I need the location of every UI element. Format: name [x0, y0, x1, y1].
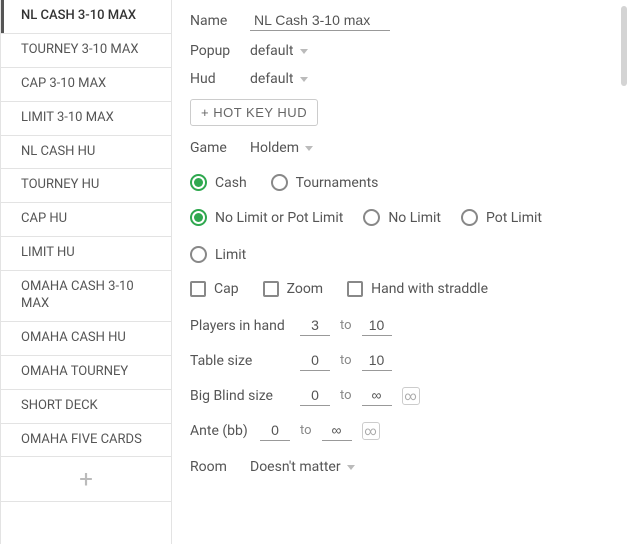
room-dropdown[interactable]: Doesn't matter: [250, 459, 355, 475]
profile-sidebar: NL CASH 3-10 MAXTOURNEY 3-10 MAXCAP 3-10…: [0, 0, 172, 544]
radio-label: Tournaments: [296, 175, 379, 191]
sidebar-item[interactable]: NL CASH HU: [1, 136, 171, 170]
chevron-down-icon: [300, 77, 308, 82]
sidebar-item[interactable]: SHORT DECK: [1, 390, 171, 424]
checkbox-cap[interactable]: Cap: [190, 281, 239, 297]
game-value: Holdem: [250, 140, 299, 156]
radio-nl-or-pl[interactable]: No Limit or Pot Limit: [190, 209, 343, 226]
radio-label: Cash: [215, 175, 247, 191]
sidebar-item[interactable]: CAP HU: [1, 203, 171, 237]
popup-label: Popup: [190, 43, 236, 59]
checkbox-label: Cap: [214, 281, 239, 297]
bb-size-label: Big Blind size: [190, 388, 290, 404]
sidebar-item[interactable]: LIMIT HU: [1, 237, 171, 271]
checkbox-icon: [347, 281, 363, 297]
chevron-down-icon: [300, 49, 308, 54]
checkbox-label: Hand with straddle: [371, 281, 488, 297]
sidebar-item[interactable]: CAP 3-10 MAX: [1, 68, 171, 102]
radio-cash[interactable]: Cash: [190, 174, 247, 191]
radio-icon: [190, 246, 207, 263]
add-profile-button[interactable]: +: [1, 457, 171, 502]
radio-label: Limit: [215, 247, 246, 263]
hud-value: default: [250, 71, 294, 87]
bb-to-input[interactable]: [362, 385, 392, 406]
checkbox-zoom[interactable]: Zoom: [263, 281, 324, 297]
to-label: to: [340, 318, 352, 333]
radio-label: No Limit: [388, 210, 441, 226]
to-label: to: [340, 353, 352, 368]
room-value: Doesn't matter: [250, 459, 341, 475]
radio-tournaments[interactable]: Tournaments: [271, 174, 379, 191]
checkbox-label: Zoom: [287, 281, 324, 297]
radio-pot-limit[interactable]: Pot Limit: [461, 209, 542, 226]
sidebar-item[interactable]: NL CASH 3-10 MAX: [1, 0, 171, 34]
radio-label: Pot Limit: [486, 210, 542, 226]
hud-dropdown[interactable]: default: [250, 71, 308, 87]
radio-limit[interactable]: Limit: [190, 246, 246, 263]
sidebar-item[interactable]: TOURNEY 3-10 MAX: [1, 34, 171, 68]
name-label: Name: [190, 13, 236, 29]
infinity-button[interactable]: ∞: [362, 422, 380, 440]
profile-form: Name Popup default Hud default + HOT KEY…: [172, 0, 629, 544]
chevron-down-icon: [347, 465, 355, 470]
name-input[interactable]: [250, 10, 390, 31]
radio-icon: [363, 209, 380, 226]
room-label: Room: [190, 459, 236, 475]
checkbox-icon: [263, 281, 279, 297]
ante-label: Ante (bb): [190, 423, 250, 439]
radio-label: No Limit or Pot Limit: [215, 210, 343, 226]
hot-key-hud-button[interactable]: + HOT KEY HUD: [190, 99, 318, 126]
checkbox-icon: [190, 281, 206, 297]
popup-value: default: [250, 43, 294, 59]
table-from-input[interactable]: [300, 350, 330, 371]
hud-label: Hud: [190, 71, 236, 87]
infinity-button[interactable]: ∞: [402, 387, 420, 405]
bb-from-input[interactable]: [300, 385, 330, 406]
to-label: to: [340, 388, 352, 403]
radio-no-limit[interactable]: No Limit: [363, 209, 441, 226]
sidebar-item[interactable]: OMAHA CASH 3-10 MAX: [1, 271, 171, 322]
sidebar-item[interactable]: TOURNEY HU: [1, 169, 171, 203]
radio-icon: [190, 174, 207, 191]
checkbox-straddle[interactable]: Hand with straddle: [347, 281, 488, 297]
table-to-input[interactable]: [362, 350, 392, 371]
players-to-input[interactable]: [362, 315, 392, 336]
players-from-input[interactable]: [300, 315, 330, 336]
game-dropdown[interactable]: Holdem: [250, 140, 313, 156]
sidebar-item[interactable]: LIMIT 3-10 MAX: [1, 102, 171, 136]
radio-icon: [461, 209, 478, 226]
sidebar-item[interactable]: OMAHA TOURNEY: [1, 356, 171, 390]
ante-from-input[interactable]: [260, 420, 290, 441]
table-size-label: Table size: [190, 353, 290, 369]
sidebar-item[interactable]: OMAHA CASH HU: [1, 322, 171, 356]
radio-icon: [190, 209, 207, 226]
game-label: Game: [190, 140, 236, 156]
chevron-down-icon: [305, 146, 313, 151]
ante-to-input[interactable]: [322, 420, 352, 441]
radio-icon: [271, 174, 288, 191]
players-label: Players in hand: [190, 318, 290, 334]
to-label: to: [300, 423, 312, 438]
sidebar-item[interactable]: OMAHA FIVE CARDS: [1, 424, 171, 458]
popup-dropdown[interactable]: default: [250, 43, 308, 59]
scrollbar[interactable]: [621, 6, 627, 86]
